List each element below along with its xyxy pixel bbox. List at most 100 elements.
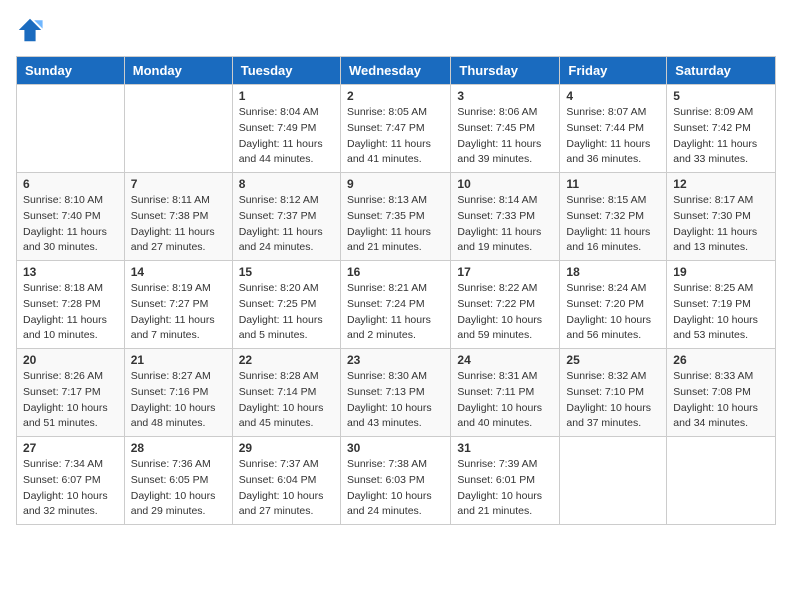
day-info: Sunrise: 8:31 AMSunset: 7:11 PMDaylight:… xyxy=(457,370,542,429)
calendar-cell: 27 Sunrise: 7:34 AMSunset: 6:07 PMDaylig… xyxy=(17,437,125,525)
calendar-cell: 31 Sunrise: 7:39 AMSunset: 6:01 PMDaylig… xyxy=(451,437,560,525)
day-number: 10 xyxy=(457,177,553,191)
day-info: Sunrise: 8:22 AMSunset: 7:22 PMDaylight:… xyxy=(457,282,542,341)
calendar-cell: 26 Sunrise: 8:33 AMSunset: 7:08 PMDaylig… xyxy=(667,349,776,437)
day-number: 28 xyxy=(131,441,226,455)
day-info: Sunrise: 8:11 AMSunset: 7:38 PMDaylight:… xyxy=(131,194,215,253)
day-number: 13 xyxy=(23,265,118,279)
day-info: Sunrise: 8:25 AMSunset: 7:19 PMDaylight:… xyxy=(673,282,758,341)
day-number: 18 xyxy=(566,265,660,279)
calendar-cell: 3 Sunrise: 8:06 AMSunset: 7:45 PMDayligh… xyxy=(451,85,560,173)
day-number: 16 xyxy=(347,265,444,279)
calendar-week-row: 6 Sunrise: 8:10 AMSunset: 7:40 PMDayligh… xyxy=(17,173,776,261)
day-info: Sunrise: 8:26 AMSunset: 7:17 PMDaylight:… xyxy=(23,370,108,429)
day-info: Sunrise: 8:06 AMSunset: 7:45 PMDaylight:… xyxy=(457,106,541,165)
weekday-header: Sunday xyxy=(17,57,125,85)
day-info: Sunrise: 7:37 AMSunset: 6:04 PMDaylight:… xyxy=(239,458,324,517)
day-info: Sunrise: 7:39 AMSunset: 6:01 PMDaylight:… xyxy=(457,458,542,517)
day-info: Sunrise: 8:24 AMSunset: 7:20 PMDaylight:… xyxy=(566,282,651,341)
calendar-cell: 19 Sunrise: 8:25 AMSunset: 7:19 PMDaylig… xyxy=(667,261,776,349)
logo-icon xyxy=(16,16,44,44)
calendar-header-row: SundayMondayTuesdayWednesdayThursdayFrid… xyxy=(17,57,776,85)
calendar-cell: 1 Sunrise: 8:04 AMSunset: 7:49 PMDayligh… xyxy=(232,85,340,173)
day-info: Sunrise: 8:15 AMSunset: 7:32 PMDaylight:… xyxy=(566,194,650,253)
weekday-header: Wednesday xyxy=(340,57,450,85)
calendar-cell: 28 Sunrise: 7:36 AMSunset: 6:05 PMDaylig… xyxy=(124,437,232,525)
calendar-cell xyxy=(560,437,667,525)
day-number: 2 xyxy=(347,89,444,103)
calendar-week-row: 13 Sunrise: 8:18 AMSunset: 7:28 PMDaylig… xyxy=(17,261,776,349)
calendar-cell: 13 Sunrise: 8:18 AMSunset: 7:28 PMDaylig… xyxy=(17,261,125,349)
day-info: Sunrise: 7:38 AMSunset: 6:03 PMDaylight:… xyxy=(347,458,432,517)
day-number: 19 xyxy=(673,265,769,279)
calendar-table: SundayMondayTuesdayWednesdayThursdayFrid… xyxy=(16,56,776,525)
day-info: Sunrise: 8:32 AMSunset: 7:10 PMDaylight:… xyxy=(566,370,651,429)
weekday-header: Monday xyxy=(124,57,232,85)
day-number: 21 xyxy=(131,353,226,367)
calendar-cell: 18 Sunrise: 8:24 AMSunset: 7:20 PMDaylig… xyxy=(560,261,667,349)
weekday-header: Friday xyxy=(560,57,667,85)
day-info: Sunrise: 8:12 AMSunset: 7:37 PMDaylight:… xyxy=(239,194,323,253)
calendar-cell: 14 Sunrise: 8:19 AMSunset: 7:27 PMDaylig… xyxy=(124,261,232,349)
calendar-cell: 12 Sunrise: 8:17 AMSunset: 7:30 PMDaylig… xyxy=(667,173,776,261)
day-number: 11 xyxy=(566,177,660,191)
day-number: 26 xyxy=(673,353,769,367)
day-info: Sunrise: 8:33 AMSunset: 7:08 PMDaylight:… xyxy=(673,370,758,429)
calendar-cell: 6 Sunrise: 8:10 AMSunset: 7:40 PMDayligh… xyxy=(17,173,125,261)
day-info: Sunrise: 8:05 AMSunset: 7:47 PMDaylight:… xyxy=(347,106,431,165)
calendar-cell: 25 Sunrise: 8:32 AMSunset: 7:10 PMDaylig… xyxy=(560,349,667,437)
day-info: Sunrise: 8:19 AMSunset: 7:27 PMDaylight:… xyxy=(131,282,215,341)
calendar-week-row: 20 Sunrise: 8:26 AMSunset: 7:17 PMDaylig… xyxy=(17,349,776,437)
day-number: 14 xyxy=(131,265,226,279)
day-number: 30 xyxy=(347,441,444,455)
day-number: 22 xyxy=(239,353,334,367)
weekday-header: Thursday xyxy=(451,57,560,85)
day-info: Sunrise: 8:09 AMSunset: 7:42 PMDaylight:… xyxy=(673,106,757,165)
calendar-cell: 8 Sunrise: 8:12 AMSunset: 7:37 PMDayligh… xyxy=(232,173,340,261)
calendar-cell: 9 Sunrise: 8:13 AMSunset: 7:35 PMDayligh… xyxy=(340,173,450,261)
day-number: 3 xyxy=(457,89,553,103)
day-number: 20 xyxy=(23,353,118,367)
day-number: 31 xyxy=(457,441,553,455)
calendar-cell: 22 Sunrise: 8:28 AMSunset: 7:14 PMDaylig… xyxy=(232,349,340,437)
day-info: Sunrise: 8:21 AMSunset: 7:24 PMDaylight:… xyxy=(347,282,431,341)
day-info: Sunrise: 8:17 AMSunset: 7:30 PMDaylight:… xyxy=(673,194,757,253)
calendar-week-row: 1 Sunrise: 8:04 AMSunset: 7:49 PMDayligh… xyxy=(17,85,776,173)
day-info: Sunrise: 7:34 AMSunset: 6:07 PMDaylight:… xyxy=(23,458,108,517)
calendar-cell: 5 Sunrise: 8:09 AMSunset: 7:42 PMDayligh… xyxy=(667,85,776,173)
calendar-cell: 30 Sunrise: 7:38 AMSunset: 6:03 PMDaylig… xyxy=(340,437,450,525)
day-info: Sunrise: 8:14 AMSunset: 7:33 PMDaylight:… xyxy=(457,194,541,253)
day-number: 29 xyxy=(239,441,334,455)
day-number: 9 xyxy=(347,177,444,191)
calendar-cell: 16 Sunrise: 8:21 AMSunset: 7:24 PMDaylig… xyxy=(340,261,450,349)
calendar-cell: 2 Sunrise: 8:05 AMSunset: 7:47 PMDayligh… xyxy=(340,85,450,173)
day-number: 7 xyxy=(131,177,226,191)
calendar-cell: 4 Sunrise: 8:07 AMSunset: 7:44 PMDayligh… xyxy=(560,85,667,173)
day-info: Sunrise: 8:13 AMSunset: 7:35 PMDaylight:… xyxy=(347,194,431,253)
day-info: Sunrise: 8:04 AMSunset: 7:49 PMDaylight:… xyxy=(239,106,323,165)
calendar-cell: 29 Sunrise: 7:37 AMSunset: 6:04 PMDaylig… xyxy=(232,437,340,525)
day-info: Sunrise: 8:27 AMSunset: 7:16 PMDaylight:… xyxy=(131,370,216,429)
calendar-week-row: 27 Sunrise: 7:34 AMSunset: 6:07 PMDaylig… xyxy=(17,437,776,525)
day-number: 6 xyxy=(23,177,118,191)
calendar-cell: 11 Sunrise: 8:15 AMSunset: 7:32 PMDaylig… xyxy=(560,173,667,261)
day-number: 1 xyxy=(239,89,334,103)
calendar-cell: 20 Sunrise: 8:26 AMSunset: 7:17 PMDaylig… xyxy=(17,349,125,437)
day-number: 15 xyxy=(239,265,334,279)
day-info: Sunrise: 8:28 AMSunset: 7:14 PMDaylight:… xyxy=(239,370,324,429)
day-info: Sunrise: 7:36 AMSunset: 6:05 PMDaylight:… xyxy=(131,458,216,517)
day-number: 4 xyxy=(566,89,660,103)
day-info: Sunrise: 8:30 AMSunset: 7:13 PMDaylight:… xyxy=(347,370,432,429)
page-header xyxy=(16,16,776,44)
day-info: Sunrise: 8:18 AMSunset: 7:28 PMDaylight:… xyxy=(23,282,107,341)
day-number: 17 xyxy=(457,265,553,279)
day-number: 25 xyxy=(566,353,660,367)
day-number: 5 xyxy=(673,89,769,103)
calendar-cell xyxy=(17,85,125,173)
calendar-cell xyxy=(667,437,776,525)
weekday-header: Saturday xyxy=(667,57,776,85)
calendar-cell xyxy=(124,85,232,173)
day-number: 23 xyxy=(347,353,444,367)
calendar-cell: 23 Sunrise: 8:30 AMSunset: 7:13 PMDaylig… xyxy=(340,349,450,437)
day-info: Sunrise: 8:10 AMSunset: 7:40 PMDaylight:… xyxy=(23,194,107,253)
